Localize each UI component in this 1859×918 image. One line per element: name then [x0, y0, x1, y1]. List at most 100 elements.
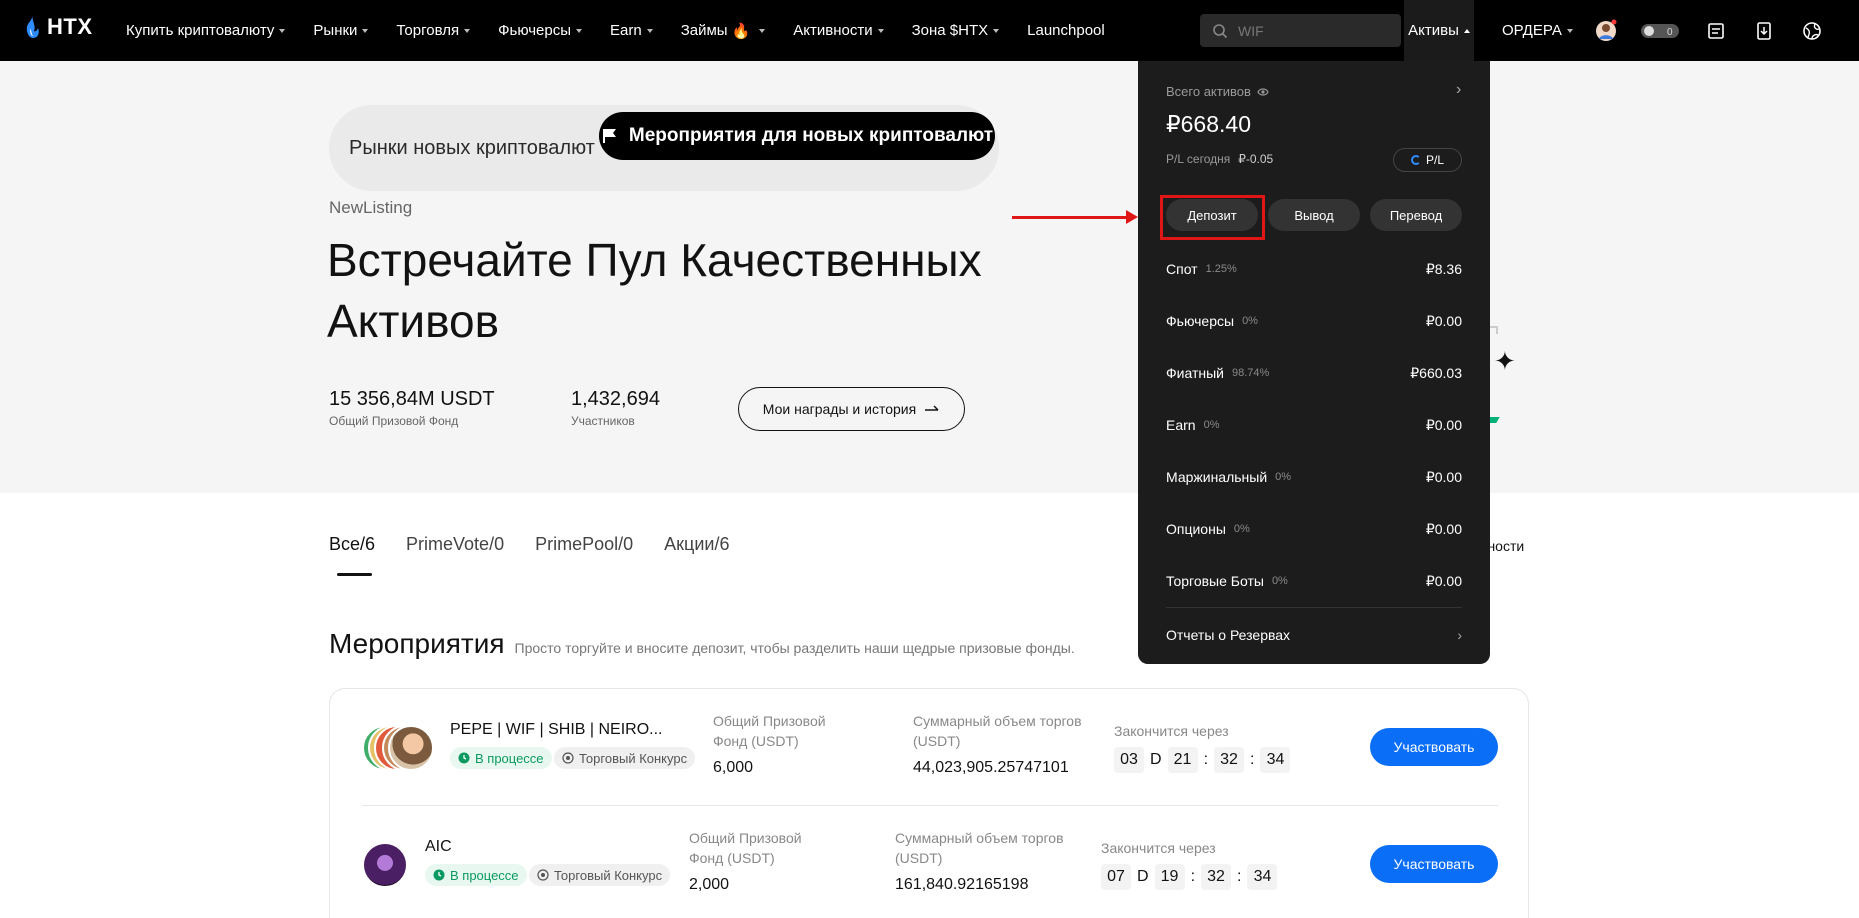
event-row[interactable]: AIC В процессе Торговый Конкурс Общий Пр…	[362, 830, 1498, 894]
timer-hours: 21	[1167, 747, 1198, 773]
tab-primevote[interactable]: PrimeVote/0	[406, 534, 504, 555]
orders-menu[interactable]: ОРДЕРА	[1502, 0, 1573, 61]
new-crypto-events-tab[interactable]: Мероприятия для новых криптовалют	[599, 112, 995, 160]
events-subtitle: Просто торгуйте и вносите депозит, чтобы…	[514, 640, 1075, 656]
volume-value: 161,840.92165198	[895, 876, 1029, 893]
timer-minutes: 32	[1201, 864, 1232, 890]
timer-days: 07	[1101, 864, 1131, 890]
type-badge: Торговый Конкурс	[554, 747, 696, 769]
events-list: PEPE | WIF | SHIB | NEIRO... В процессе …	[329, 688, 1529, 918]
countdown-timer: 03 D 21 : 32 : 34	[1114, 747, 1291, 773]
account-row-trading-bots[interactable]: Торговые Боты 0% ₽0.00	[1166, 571, 1462, 591]
events-header: Мероприятия Просто торгуйте и вносите де…	[329, 628, 1075, 660]
timer-minutes: 32	[1214, 747, 1245, 773]
search-box[interactable]	[1200, 14, 1401, 47]
caret-down-icon	[1566, 28, 1573, 33]
pl-ring-icon	[1410, 155, 1421, 165]
event-name[interactable]: AIC	[425, 838, 452, 856]
total-assets-value: ₽668.40	[1166, 111, 1251, 137]
tab-primepool[interactable]: PrimePool/0	[535, 534, 633, 555]
ends-label: Закончится через	[1114, 723, 1229, 739]
pool-value: 6,000	[713, 759, 754, 776]
top-navigation: HTX Купить криптовалюту Рынки Торговля Ф…	[0, 0, 1859, 61]
avatar-icon[interactable]	[1594, 19, 1618, 43]
annotation-arrow-head	[1126, 210, 1138, 224]
hero-label: NewListing	[329, 198, 413, 217]
transfer-button[interactable]: Перевод	[1370, 199, 1462, 231]
withdraw-button[interactable]: Вывод	[1268, 199, 1360, 231]
token-icons	[362, 842, 432, 888]
event-row[interactable]: PEPE | WIF | SHIB | NEIRO... В процессе …	[362, 713, 1498, 777]
chevron-right-icon[interactable]: ›	[1456, 81, 1461, 99]
tab-all[interactable]: Все/6	[329, 534, 375, 555]
new-crypto-markets-tab[interactable]: Рынки новых криптовалют	[349, 105, 595, 191]
volume-value: 44,023,905.25747101	[913, 759, 1069, 776]
caret-down-icon	[993, 28, 1000, 33]
nav-earn[interactable]: Earn	[610, 22, 653, 39]
account-row-margin[interactable]: Маржинальный 0% ₽0.00	[1166, 467, 1462, 487]
clock-icon	[458, 752, 470, 764]
nav-buy-crypto[interactable]: Купить криптовалюту	[126, 22, 286, 39]
caret-down-icon	[759, 28, 766, 33]
nav-loans[interactable]: Займы 🔥	[681, 22, 766, 40]
participate-button[interactable]: Участвовать	[1370, 728, 1498, 766]
eye-icon[interactable]	[1257, 87, 1269, 97]
toggle-icon[interactable]: 0	[1640, 19, 1680, 43]
account-row-spot[interactable]: Спот 1.25% ₽8.36	[1166, 259, 1462, 279]
status-badge: В процессе	[450, 747, 552, 769]
event-name[interactable]: PEPE | WIF | SHIB | NEIRO...	[450, 721, 663, 739]
chevron-right-icon: ›	[1457, 627, 1462, 643]
account-row-fiat[interactable]: Фиатный 98.74% ₽660.03	[1166, 363, 1462, 383]
rewards-history-button[interactable]: Мои награды и история	[738, 387, 965, 431]
volume-label: Суммарный объем торгов (USDT)	[895, 830, 1064, 866]
search-input[interactable]	[1238, 22, 1378, 39]
caret-down-icon	[576, 28, 583, 33]
globe-icon[interactable]	[1800, 19, 1824, 43]
total-assets-label: Всего активов	[1166, 84, 1269, 99]
timer-seconds: 34	[1260, 747, 1291, 773]
participants-stat: 1,432,694 Участников	[571, 388, 660, 428]
svg-text:0: 0	[1667, 27, 1673, 38]
account-row-futures[interactable]: Фьючерсы 0% ₽0.00	[1166, 311, 1462, 331]
participate-button[interactable]: Участвовать	[1370, 845, 1498, 883]
annotation-arrow	[1012, 216, 1130, 219]
account-row-options[interactable]: Опционы 0% ₽0.00	[1166, 519, 1462, 539]
tab-promotions[interactable]: Акции/6	[664, 534, 729, 555]
nav-launchpool[interactable]: Launchpool	[1027, 22, 1105, 39]
target-icon	[537, 869, 549, 881]
prize-pool-stat: 15 356,84M USDT Общий Призовой Фонд	[329, 388, 495, 428]
caret-down-icon	[646, 28, 653, 33]
download-icon[interactable]	[1752, 19, 1776, 43]
caret-down-icon	[279, 28, 286, 33]
caret-down-icon	[877, 28, 884, 33]
brand-name: HTX	[47, 14, 93, 39]
pl-today: P/L сегодня ₽-0.05	[1166, 152, 1274, 166]
nav-htx-zone[interactable]: Зона $HTX	[912, 22, 1000, 39]
orders-list-icon[interactable]	[1704, 19, 1728, 43]
pool-value: 2,000	[689, 876, 730, 893]
event-filter-tabs: Все/6 PrimeVote/0 PrimePool/0 Акции/6	[329, 534, 760, 555]
sparkle-icon: ✦	[1494, 346, 1516, 376]
nav-futures[interactable]: Фьючерсы	[498, 22, 583, 39]
assets-menu[interactable]: Активы	[1404, 0, 1474, 61]
annotation-highlight-box	[1160, 195, 1265, 240]
token-icon	[388, 725, 434, 771]
pool-label: Общий Призовой Фонд (USDT)	[713, 713, 826, 749]
proof-of-reserves-link[interactable]: Отчеты о Резервах ›	[1166, 627, 1462, 643]
account-row-earn[interactable]: Earn 0% ₽0.00	[1166, 415, 1462, 435]
dropdown-divider	[1166, 607, 1462, 608]
nav-activities[interactable]: Активности	[793, 22, 884, 39]
pool-label: Общий Призовой Фонд (USDT)	[689, 830, 802, 866]
ends-label: Закончится через	[1101, 840, 1216, 856]
listing-segmented-control: Рынки новых криптовалют Мероприятия для …	[329, 105, 999, 191]
clock-icon	[433, 869, 445, 881]
nav-trade[interactable]: Торговля	[396, 22, 471, 39]
htx-logo[interactable]: HTX	[21, 14, 93, 40]
pl-button[interactable]: P/L	[1393, 148, 1462, 172]
aic-token-icon	[362, 842, 408, 888]
caret-down-icon	[362, 28, 369, 33]
fire-icon: 🔥	[731, 22, 751, 40]
nav-markets[interactable]: Рынки	[313, 22, 369, 39]
token-icons	[362, 725, 434, 771]
countdown-timer: 07 D 19 : 32 : 34	[1101, 864, 1278, 890]
